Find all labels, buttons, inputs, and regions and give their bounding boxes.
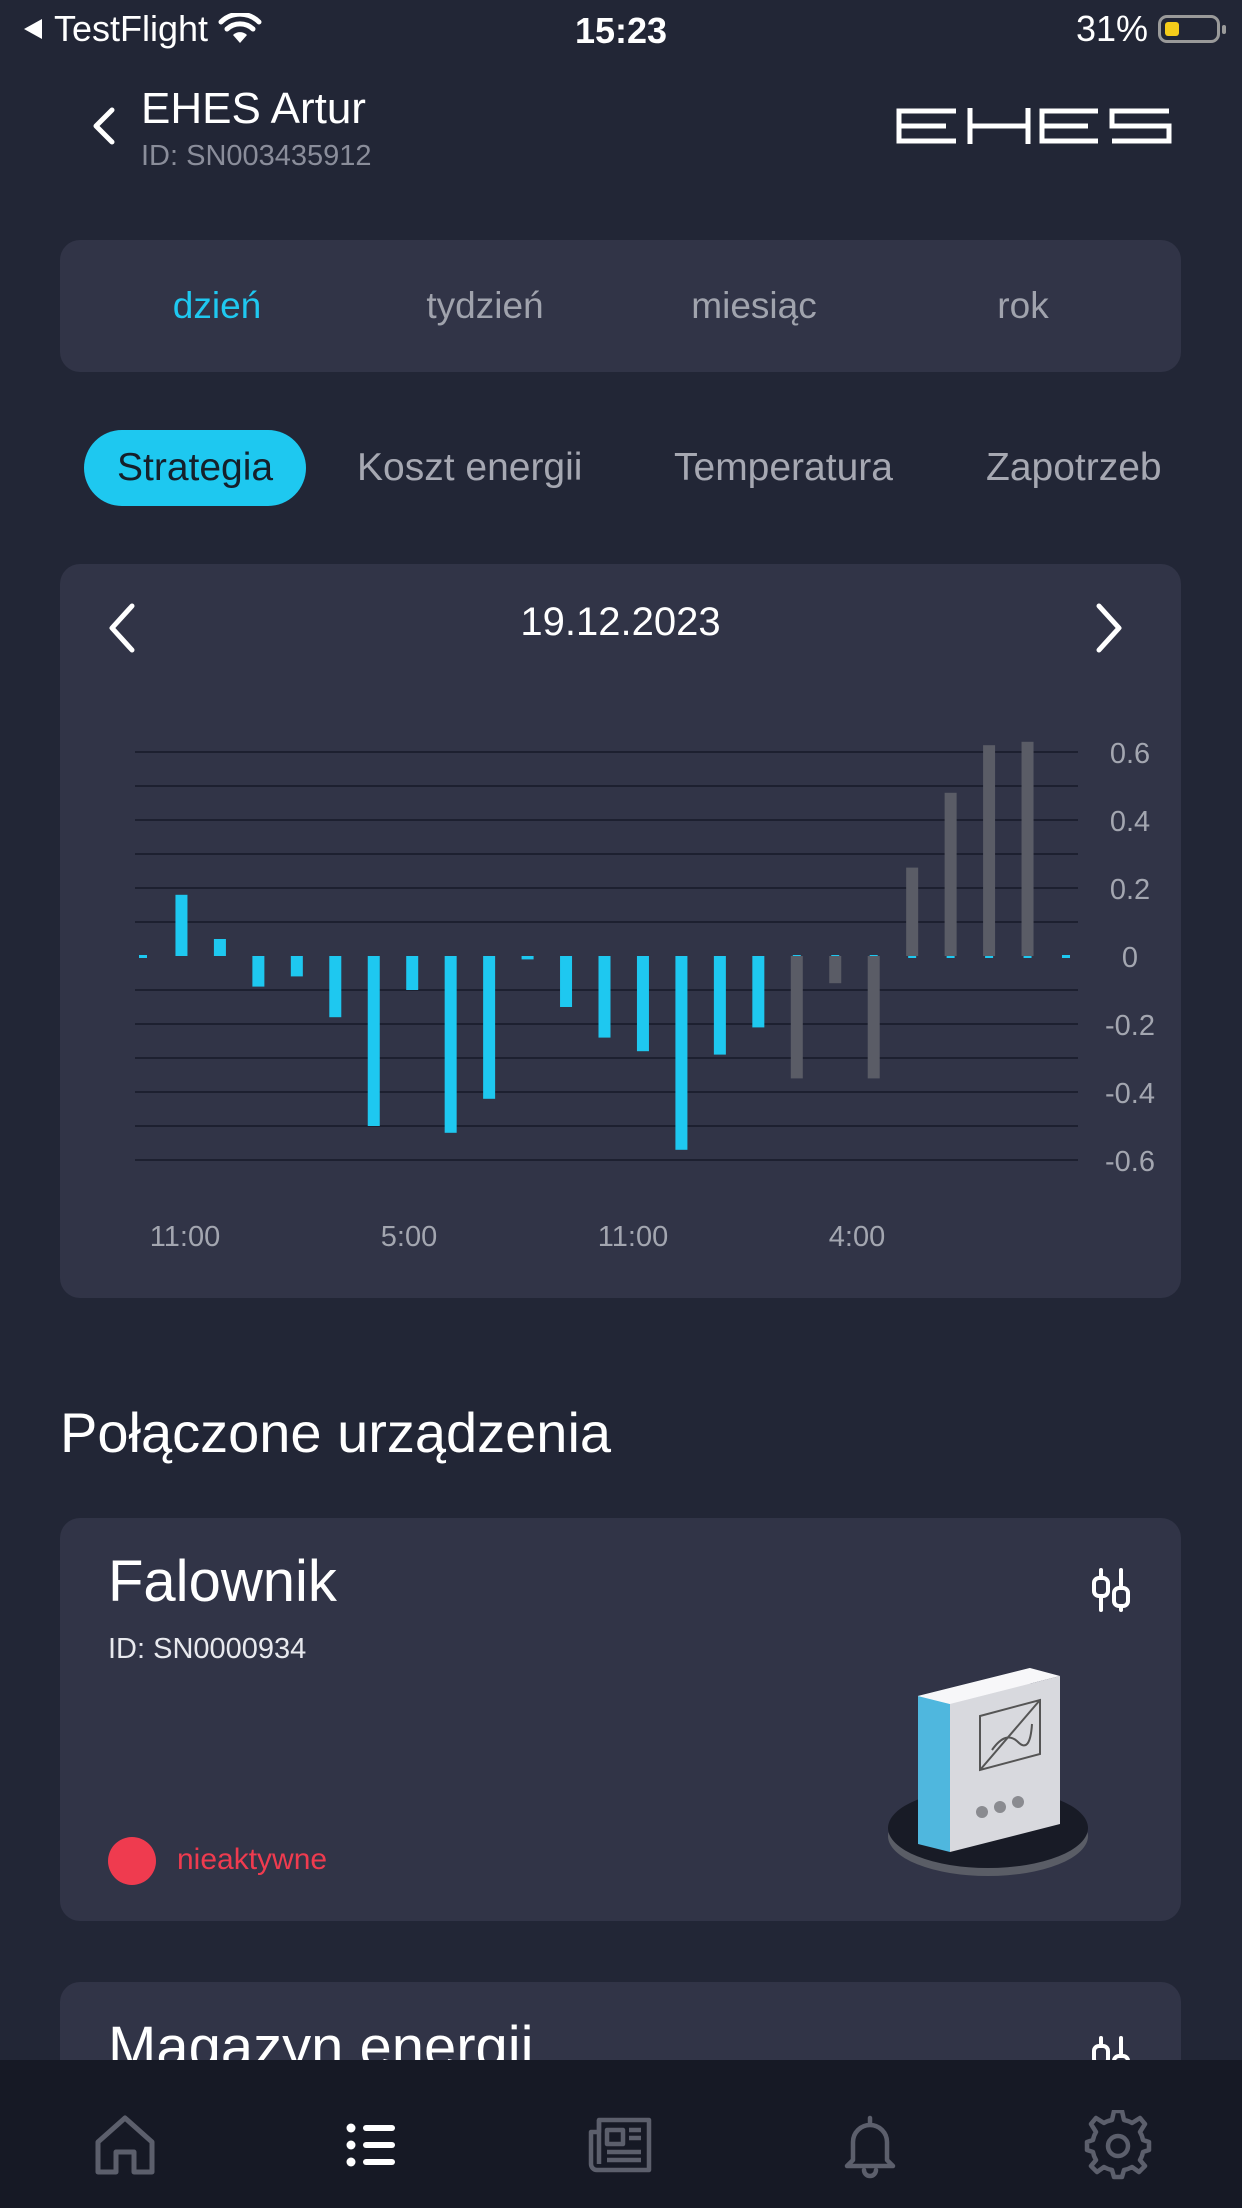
- chart-bar: [175, 894, 188, 956]
- tab-day[interactable]: dzień: [102, 240, 332, 372]
- chart-bar: [636, 956, 649, 1052]
- device-name: Falownik: [108, 1549, 337, 1614]
- y-tick-label: 0.4: [1110, 806, 1150, 838]
- chart-bar: [867, 956, 880, 1079]
- y-tick-label: 0: [1122, 942, 1138, 974]
- y-tick-label: 0.6: [1110, 738, 1150, 770]
- chart-card: 19.12.2023 0.6 0.4 0.2 0 -0.2 -0.4 -0.6 11:00 5:…: [60, 564, 1181, 1298]
- chip-temperature[interactable]: Temperatura: [674, 430, 893, 506]
- device-id: ID: SN0000934: [108, 1633, 307, 1665]
- inverter-image: [888, 1668, 1088, 1876]
- x-tick-label: 11:00: [598, 1221, 668, 1253]
- chart-bar: [829, 956, 842, 984]
- section-title: Połączone urządzenia: [60, 1401, 612, 1464]
- chart-bar-zero: [139, 955, 147, 958]
- chart-bar: [560, 956, 573, 1007]
- chart-bar: [752, 956, 765, 1028]
- chart-bar: [521, 956, 534, 960]
- chart-bar: [252, 956, 265, 987]
- tab-month[interactable]: miesiąc: [639, 240, 869, 372]
- chart-bar: [483, 956, 496, 1099]
- device-id: ID: SN003435912: [141, 140, 372, 172]
- chip-demand[interactable]: Zapotrzeb: [986, 430, 1182, 506]
- ehes-logo: [896, 108, 1172, 144]
- tab-year[interactable]: rok: [908, 240, 1138, 372]
- chart-bar: [329, 956, 342, 1018]
- y-tick-label: -0.2: [1105, 1010, 1155, 1042]
- tab-week[interactable]: tydzień: [370, 240, 600, 372]
- x-tick-label: 4:00: [829, 1221, 885, 1253]
- page-title: EHES Artur: [141, 84, 366, 133]
- battery-icon: [1158, 15, 1226, 43]
- strategy-chart: 0.6 0.4 0.2 0 -0.2 -0.4 -0.6 11:00 5:00 11:00 4:00: [135, 738, 1155, 1253]
- x-tick-label: 5:00: [381, 1221, 437, 1253]
- chart-bar-zero: [1062, 955, 1070, 958]
- chart-bar: [713, 956, 726, 1055]
- chip-energy-cost[interactable]: Koszt energii: [357, 430, 582, 506]
- chart-bar: [944, 792, 957, 956]
- chart-bar: [790, 956, 803, 1079]
- y-tick-label: -0.6: [1105, 1146, 1155, 1178]
- home-icon[interactable]: [90, 2110, 160, 2180]
- chart-bar: [290, 956, 303, 977]
- y-tick-label: 0.2: [1110, 874, 1150, 906]
- chart-bar: [598, 956, 611, 1038]
- chart-bar: [213, 939, 226, 956]
- sliders-icon[interactable]: [1089, 1566, 1133, 1614]
- period-tabs: dzień tydzień miesiąc rok: [60, 240, 1181, 372]
- chart-bar: [906, 867, 919, 956]
- chart-bar: [675, 956, 688, 1150]
- chart-bar: [367, 956, 380, 1126]
- list-icon[interactable]: [337, 2110, 407, 2180]
- x-tick-label: 11:00: [150, 1221, 220, 1253]
- chart-bar: [1021, 741, 1034, 956]
- device-card-inverter[interactable]: Falownik ID: SN0000934 nieaktywne: [60, 1518, 1181, 1921]
- news-icon[interactable]: [585, 2110, 655, 2180]
- chart-bar: [983, 745, 996, 956]
- gear-icon[interactable]: [1083, 2110, 1153, 2180]
- battery-status: 31%: [1075, 8, 1226, 50]
- back-chevron-icon[interactable]: [84, 104, 128, 148]
- status-bar: TestFlight 15:23 31%: [0, 0, 1242, 62]
- y-tick-label: -0.4: [1105, 1078, 1155, 1110]
- chart-bar: [444, 956, 457, 1133]
- chip-strategy[interactable]: Strategia: [84, 430, 307, 506]
- chart-bar: [406, 956, 419, 990]
- bottom-nav: [0, 2060, 1242, 2208]
- bell-icon[interactable]: [835, 2110, 905, 2180]
- status-indicator: [108, 1837, 156, 1885]
- battery-percent: 31%: [1075, 8, 1148, 49]
- clock: 15:23: [574, 10, 668, 51]
- device-status: nieaktywne: [177, 1843, 328, 1876]
